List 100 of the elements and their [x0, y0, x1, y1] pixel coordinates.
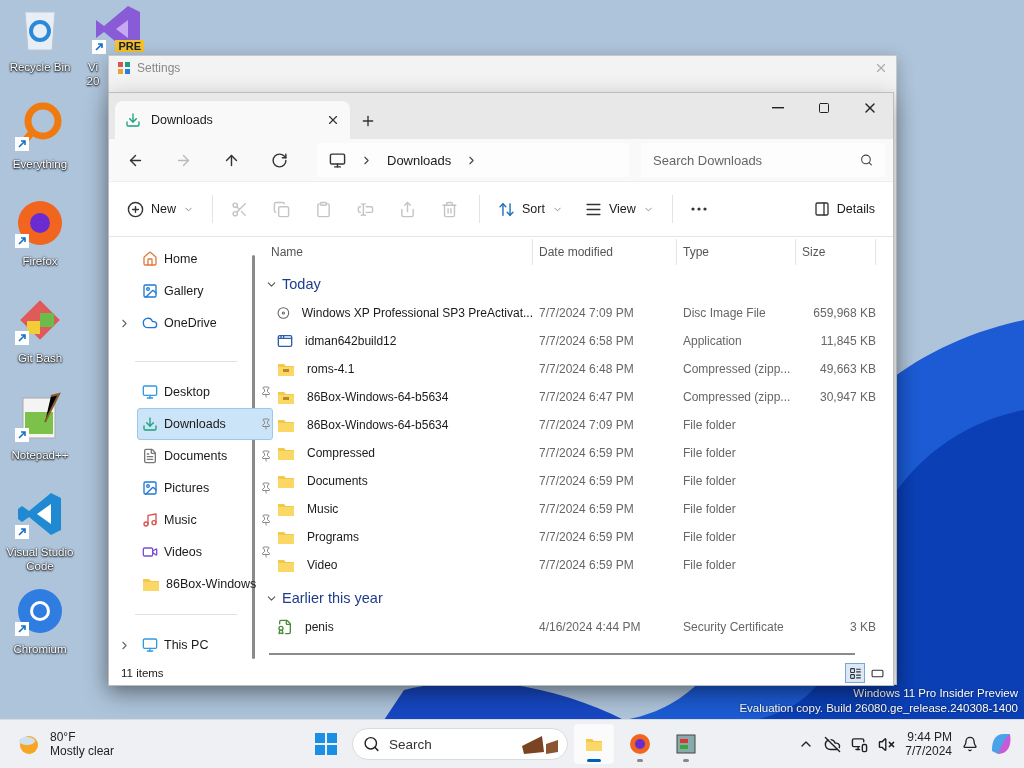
file-name[interactable]: Programs [301, 530, 359, 544]
globe-icon [15, 586, 65, 636]
plus-icon [360, 113, 376, 129]
group-header: Today [282, 276, 321, 292]
fox-globe-icon [629, 733, 651, 755]
network-icon[interactable] [851, 735, 869, 753]
date-cell-text: 7/7/2024 6:59 PM [538, 502, 635, 516]
file-name[interactable]: Video [301, 558, 338, 572]
evaluation-watermark-text: Windows 11 Pro Insider Preview [853, 686, 1018, 701]
file-name[interactable]: 86Box-Windows-64-b5634 [301, 390, 449, 404]
size-cell-text: 49,663 KB [818, 362, 876, 376]
sidebar-item[interactable]: 86Box-Windows [137, 568, 273, 600]
folder-icon [277, 557, 295, 573]
type-cell-text: File folder [682, 558, 737, 572]
computer-icon [142, 637, 158, 653]
size-cell-text: 659,968 KB [812, 306, 876, 320]
search-field[interactable]: Search Downloads [641, 143, 885, 177]
tab-title: Downloads [151, 113, 214, 127]
file-name[interactable]: Documents [301, 474, 368, 488]
date-cell-text: 7/7/2024 6:48 PM [538, 362, 635, 376]
breadcrumb[interactable]: Downloads [387, 152, 452, 168]
clock-time[interactable]: 9:44 PM [907, 730, 952, 744]
file-name[interactable]: Compressed [301, 446, 376, 460]
type-cell-text: File folder [682, 446, 737, 460]
taskbar-search-field[interactable]: Search [352, 728, 568, 760]
type-cell-text: File folder [682, 502, 737, 516]
sidebar-item[interactable]: Downloads [137, 408, 273, 440]
file-name[interactable]: Windows XP Professional SP3 PreActivat... [295, 306, 533, 320]
file-name[interactable]: penis [299, 620, 334, 634]
column-header[interactable]: Name [265, 239, 533, 265]
side-panel-icon [813, 201, 830, 217]
sidebar-item[interactable]: This PC [137, 629, 273, 661]
clock-date[interactable]: 7/7/2024 [905, 744, 952, 758]
zip-folder-icon [277, 361, 295, 377]
video-icon [142, 544, 158, 560]
group-header: Earlier this year [282, 590, 383, 606]
mute-icon[interactable] [878, 735, 896, 753]
sidebar-item[interactable]: Pictures [137, 472, 273, 504]
desktop-icon [142, 384, 158, 400]
sidebar-item[interactable]: Videos [137, 536, 273, 568]
date-cell-text: 7/7/2024 7:09 PM [538, 306, 635, 320]
folder-icon [277, 529, 295, 545]
home-icon [142, 251, 158, 267]
cloud-off-icon[interactable] [824, 735, 842, 753]
picture-icon [142, 480, 158, 496]
windows-logo-icon [315, 733, 337, 755]
date-cell-text: 7/7/2024 6:59 PM [538, 474, 635, 488]
sidebar-item[interactable]: Desktop [137, 376, 273, 408]
disc-file-icon [277, 305, 290, 321]
details-button[interactable]: Details [805, 193, 883, 225]
date-cell-text: 7/7/2024 6:59 PM [538, 446, 635, 460]
view-button[interactable]: View [576, 193, 662, 225]
weather-condition: Mostly clear [50, 744, 114, 758]
computer-icon [329, 151, 346, 169]
certificate-icon [277, 619, 293, 635]
date-cell-text: 7/7/2024 6:59 PM [538, 530, 635, 544]
temperature: 80°F [50, 730, 77, 744]
details-view-button[interactable] [845, 663, 865, 683]
download-icon [142, 416, 158, 432]
type-cell-text: Compressed (zipp... [682, 390, 792, 404]
type-cell-text: File folder [682, 474, 737, 488]
date-cell-text: 7/7/2024 7:09 PM [538, 418, 635, 432]
maximize-icon [818, 102, 830, 114]
file-name[interactable]: Music [301, 502, 339, 516]
close-tab-icon[interactable] [326, 113, 340, 127]
gallery-icon [142, 283, 158, 299]
new-button[interactable]: New [119, 193, 202, 225]
horizontal-scrollbar[interactable] [269, 653, 855, 655]
sidebar-item[interactable]: Documents [137, 440, 273, 472]
column-header[interactable]: Type [677, 239, 796, 265]
type-cell-text: Security Certificate [682, 620, 785, 634]
preview-badge: PRE [115, 40, 144, 52]
column-header[interactable]: Size [796, 239, 876, 265]
date-cell-text: 7/7/2024 6:47 PM [538, 390, 635, 404]
date-cell-text: 7/7/2024 6:59 PM [538, 558, 635, 572]
sidebar-item[interactable]: Music [137, 504, 273, 536]
file-name[interactable]: idman642build12 [299, 334, 397, 348]
file-name[interactable]: 86Box-Windows-64-b5634 [301, 418, 449, 432]
circuit-board-icon [675, 733, 697, 755]
size-cell-text: 3 KB [849, 620, 876, 634]
sort-button[interactable]: Sort [490, 193, 571, 225]
type-cell-text: Application [682, 334, 743, 348]
notification-bell-icon[interactable] [962, 736, 978, 752]
fox-globe-icon [15, 198, 65, 248]
explorer-tab[interactable]: Downloads [115, 101, 350, 139]
size-cell-text: 30,947 KB [818, 390, 876, 404]
file-name[interactable]: roms-4.1 [301, 362, 355, 376]
document-icon [142, 448, 158, 464]
folder-icon [277, 445, 295, 461]
folder-icon [142, 576, 160, 592]
refresh-icon [270, 151, 288, 169]
address-bar[interactable]: Downloads [317, 143, 629, 177]
sidebar-item[interactable]: Gallery [137, 275, 273, 307]
file-explorer-taskbar-button[interactable] [574, 724, 614, 764]
application-icon [277, 333, 293, 349]
download-icon [125, 112, 141, 128]
sidebar-item[interactable]: OneDrive [137, 307, 273, 339]
date-cell-text: 4/16/2024 4:44 PM [538, 620, 642, 634]
column-header[interactable]: Date modified [533, 239, 677, 265]
music-icon [142, 512, 158, 528]
